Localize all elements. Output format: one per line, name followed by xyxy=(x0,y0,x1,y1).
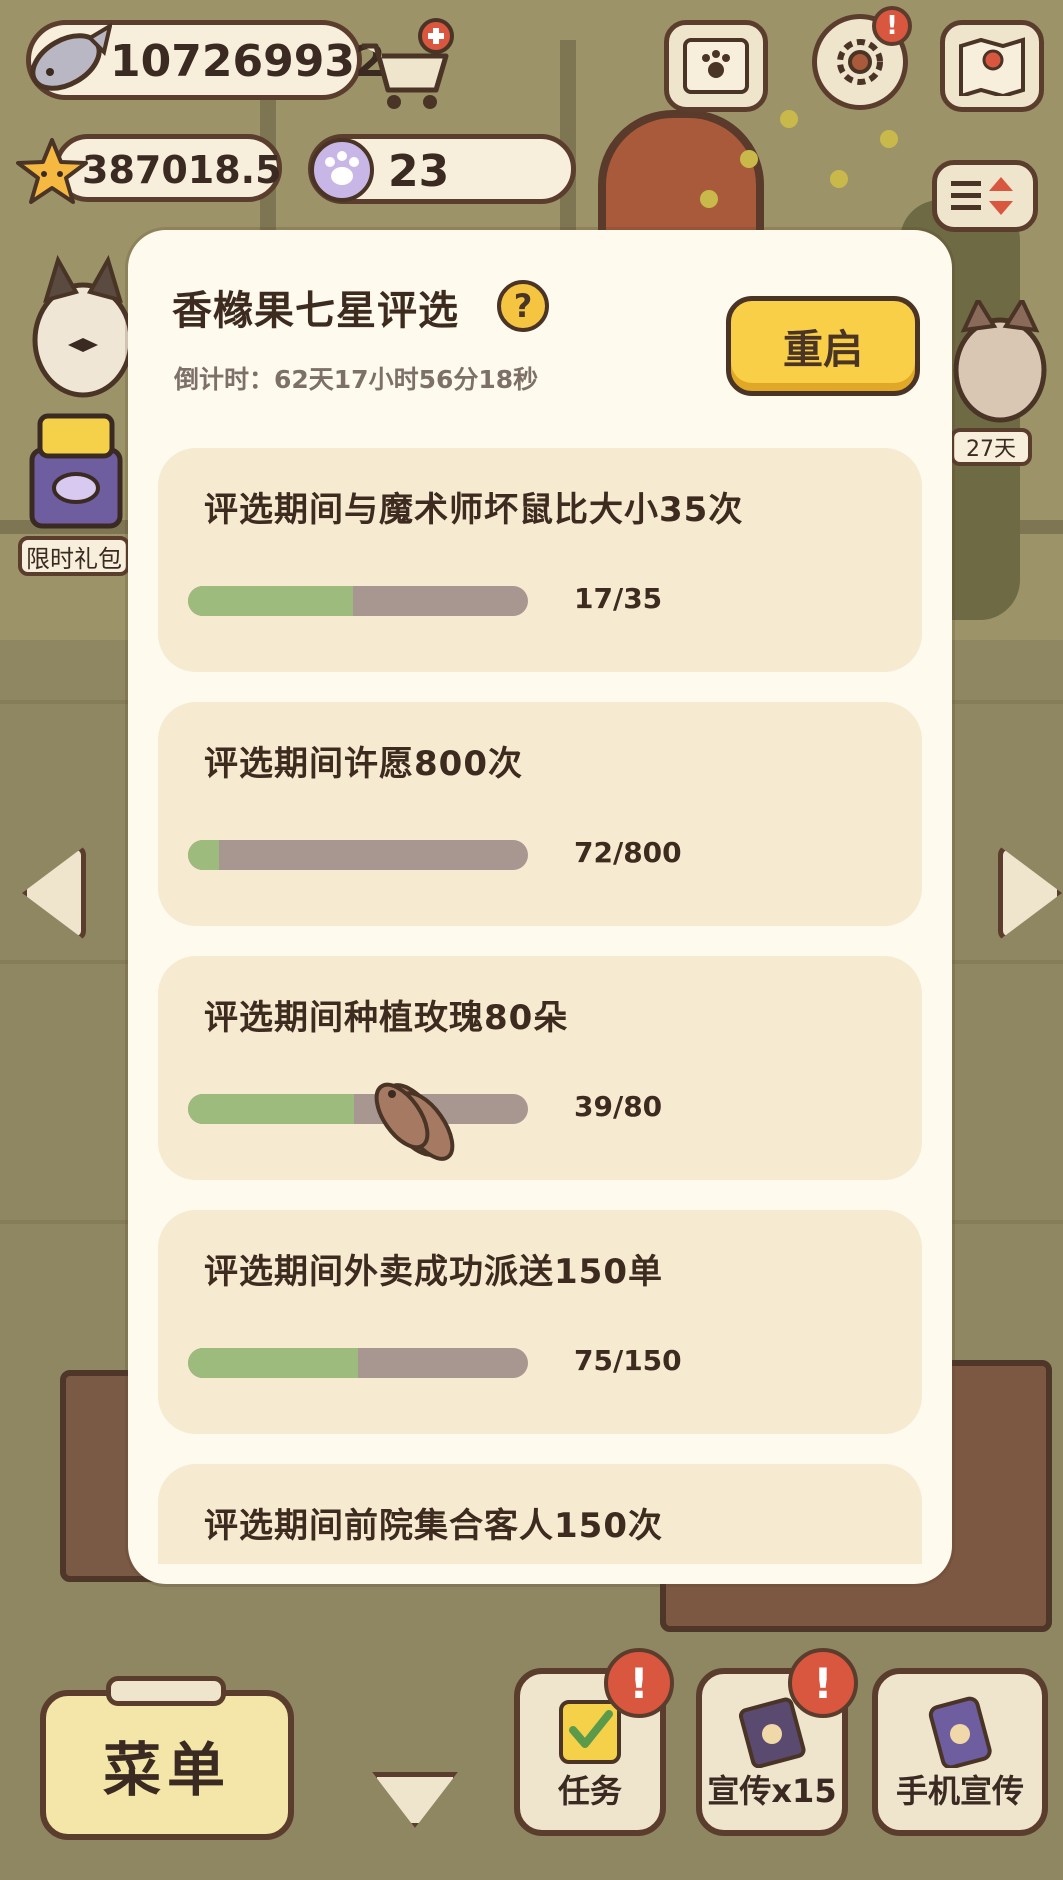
promo-button-label: 宣传x15 xyxy=(707,1772,837,1810)
settings-alert-badge: ! xyxy=(872,6,912,46)
light-bulb xyxy=(740,150,758,168)
light-bulb xyxy=(780,110,798,128)
fish-icon xyxy=(30,22,112,91)
sort-arrows-icon xyxy=(951,177,1013,215)
progress-bar xyxy=(188,840,528,870)
fish-cursor-icon xyxy=(374,1082,455,1161)
progress-bar xyxy=(188,1348,528,1378)
task-button-label: 任务 xyxy=(557,1772,622,1810)
layout-toggle-button[interactable] xyxy=(932,160,1038,232)
progress-text: 17/35 xyxy=(574,582,663,615)
cat-character-icon[interactable] xyxy=(28,250,138,400)
task-card: 评选期间与魔术师坏鼠比大小35次 17/35 xyxy=(158,448,922,672)
paw-count: 23 xyxy=(388,146,450,197)
star-count: 387018.5 xyxy=(82,148,282,192)
progress-text: 39/80 xyxy=(574,1090,663,1123)
task-label: 评选期间种植玫瑰80朵 xyxy=(204,998,569,1038)
map-button[interactable] xyxy=(940,20,1044,112)
help-button[interactable]: ? xyxy=(497,280,549,332)
task-label: 评选期间外卖成功派送150单 xyxy=(204,1252,663,1292)
light-bulb xyxy=(830,170,848,188)
task-card: 评选期间许愿800次 72/800 xyxy=(158,702,922,926)
progress-text: 75/150 xyxy=(574,1344,682,1377)
phone-icon xyxy=(928,1696,992,1768)
star-icon xyxy=(16,138,88,204)
shop-cart-add-icon[interactable] xyxy=(356,16,456,112)
task-card: 评选期间外卖成功派送150单 75/150 xyxy=(158,1210,922,1434)
progress-fill xyxy=(188,586,354,616)
progress-bar xyxy=(188,1094,528,1124)
paw-icon xyxy=(310,138,374,202)
progress-bar xyxy=(188,586,528,616)
task-card: 评选期间种植玫瑰80朵 39/80 xyxy=(158,956,922,1180)
task-label: 评选期间与魔术师坏鼠比大小35次 xyxy=(204,490,744,530)
progress-fill xyxy=(188,1094,354,1124)
task-alert-badge: ! xyxy=(604,1648,674,1718)
progress-text: 72/800 xyxy=(574,836,682,869)
task-card: 评选期间前院集合客人150次 xyxy=(158,1464,922,1564)
promo-alert-badge: ! xyxy=(788,1648,858,1718)
cat-character-icon[interactable] xyxy=(950,300,1050,430)
event-days-label: 27天 xyxy=(950,428,1032,466)
clipboard-clip xyxy=(106,1676,226,1706)
gift-box-icon[interactable] xyxy=(26,410,126,530)
map-icon xyxy=(959,37,1025,96)
album-book-button[interactable] xyxy=(664,20,768,112)
task-label: 评选期间许愿800次 xyxy=(204,744,523,784)
task-label: 评选期间前院集合客人150次 xyxy=(204,1506,663,1546)
phone-promo-button[interactable]: 手机宣传 xyxy=(872,1668,1048,1836)
fish-count: 107269932 xyxy=(110,36,386,87)
countdown-timer: 倒计时：62天17小时56分18秒 xyxy=(174,365,539,394)
progress-fill xyxy=(188,840,219,870)
phone-promo-button-label: 手机宣传 xyxy=(895,1772,1024,1810)
restart-button[interactable]: 重启 xyxy=(726,296,920,396)
light-bulb xyxy=(880,130,898,148)
evaluation-modal: 香橼果七星评选 ? 倒计时：62天17小时56分18秒 重启 评选期间与魔术师坏… xyxy=(128,230,952,1584)
modal-title: 香橼果七星评选 xyxy=(172,288,459,334)
gift-pack-label[interactable]: 限时礼包 xyxy=(18,536,130,576)
progress-fill xyxy=(188,1348,358,1378)
task-list[interactable]: 评选期间与魔术师坏鼠比大小35次 17/35 评选期间许愿800次 72/800… xyxy=(158,448,922,1564)
menu-button[interactable]: 菜单 xyxy=(40,1690,294,1840)
light-bulb xyxy=(700,190,718,208)
paw-book-icon xyxy=(683,38,749,94)
